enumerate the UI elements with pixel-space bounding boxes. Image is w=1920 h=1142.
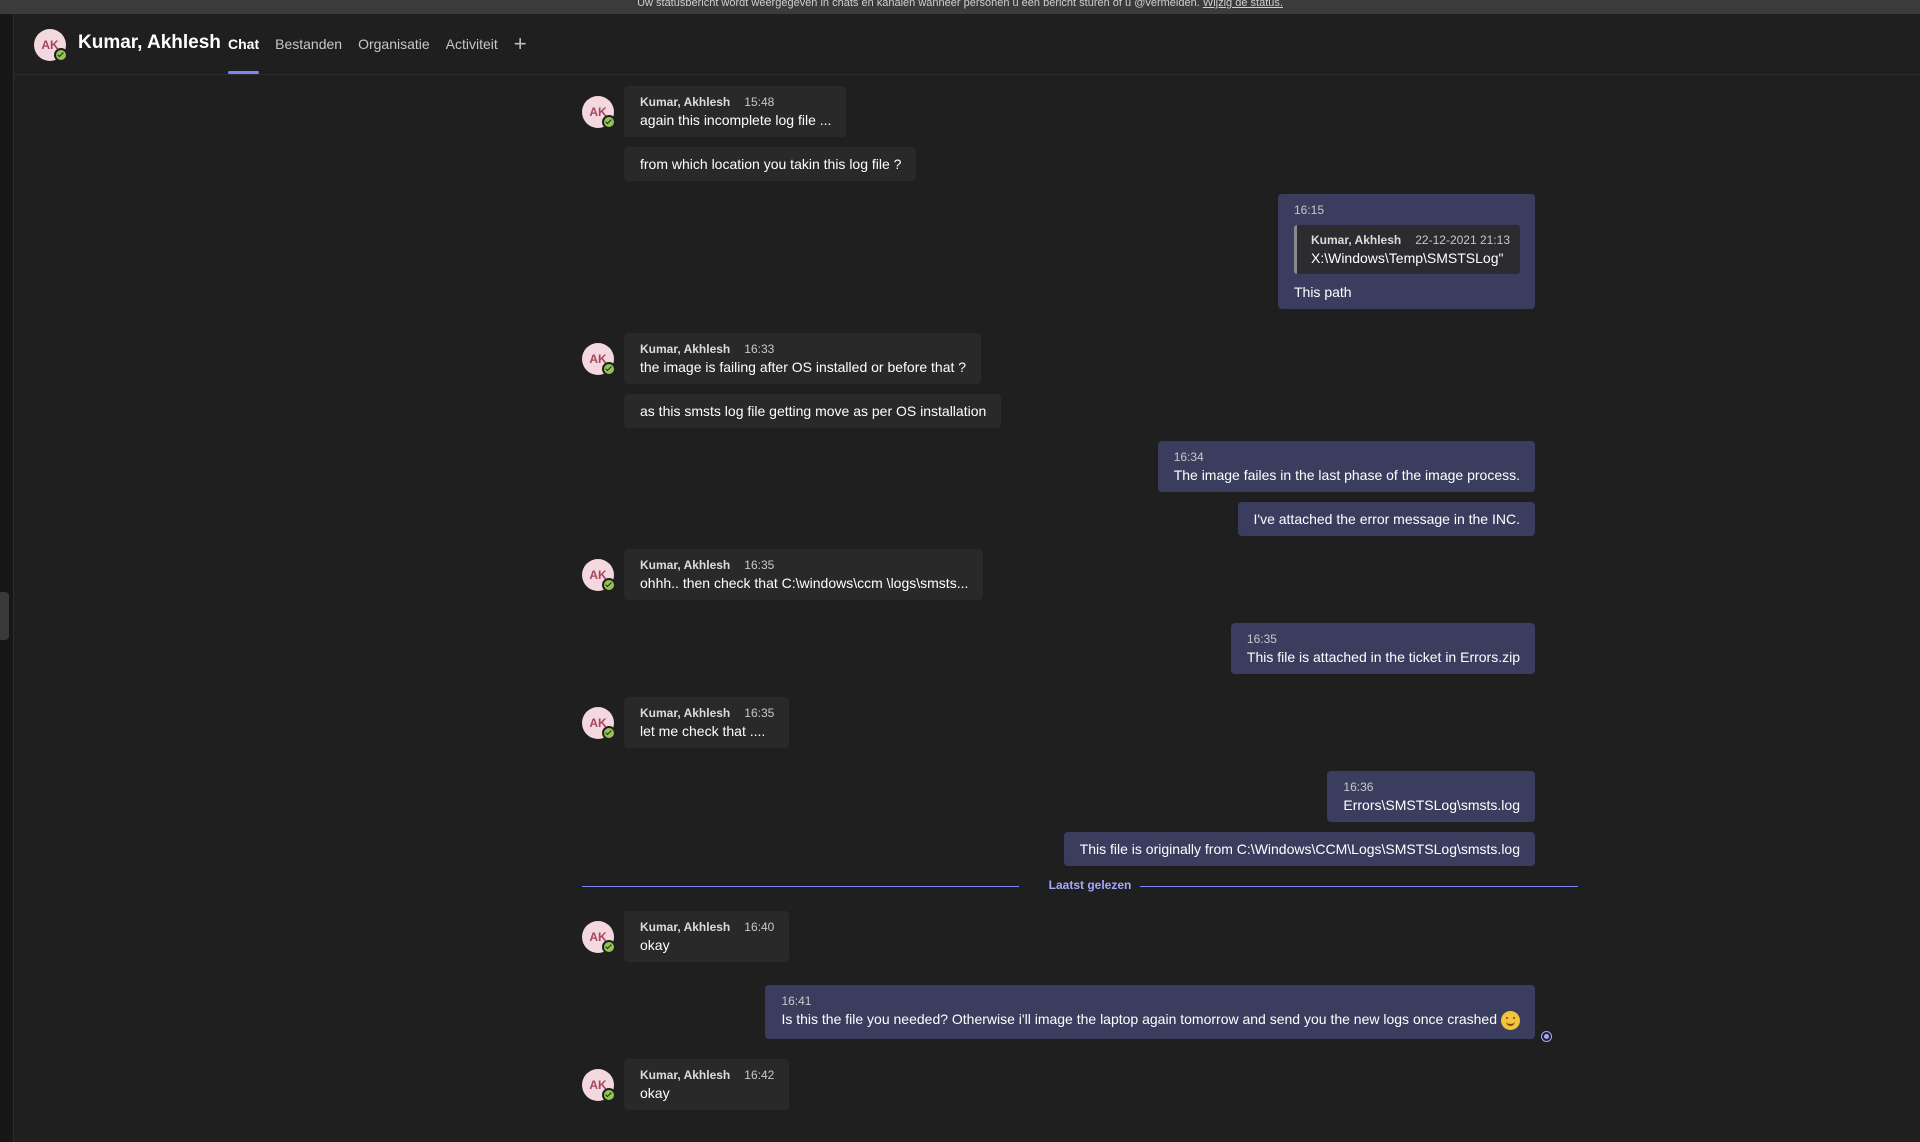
message-text: This file is attached in the ticket in E…: [1246, 649, 1520, 665]
smiley-emoji-icon: [1501, 1011, 1520, 1030]
message-text: as this smsts log file getting move as p…: [640, 403, 987, 419]
incoming-message[interactable]: Kumar, Akhlesh 16:35 ohhh.. then check th…: [624, 549, 984, 600]
banner-text: Uw statusbericht wordt weergegeven in ch…: [637, 0, 1200, 9]
last-read-divider: Laatst gelezen: [1048, 878, 1132, 892]
outgoing-message[interactable]: 16:15 Kumar, Akhlesh 22-12-2021 21:13 X:\…: [1277, 194, 1535, 309]
avatar[interactable]: AK: [582, 707, 616, 740]
sender-name: Kumar, Akhlesh: [640, 95, 731, 109]
outgoing-message[interactable]: 16:41 Is this the file you needed? Other…: [765, 985, 1535, 1039]
message-time: 16:35: [1246, 632, 1277, 646]
message-time: 16:33: [744, 342, 775, 356]
outgoing-message[interactable]: 16:36 Errors\SMSTSLog\smsts.log: [1327, 771, 1535, 822]
tab-activity[interactable]: Activiteit: [438, 14, 506, 74]
outgoing-message[interactable]: This file is originally from C:\Windows\…: [1063, 832, 1535, 866]
message-text: okay: [640, 937, 670, 953]
quote-text: X:\Windows\Temp\SMSTSLog": [1310, 250, 1504, 266]
message-time: 16:35: [744, 706, 775, 720]
message-text: Errors\SMSTSLog\smsts.log: [1343, 797, 1520, 813]
presence-available-icon: [602, 115, 616, 129]
last-read-divider-line: [1140, 886, 1578, 887]
incoming-message[interactable]: Kumar, Akhlesh 16:35 let me check that ..…: [624, 697, 790, 748]
avatar[interactable]: AK: [582, 921, 616, 954]
message-text: ohhh.. then check that C:\windows\ccm \l…: [640, 575, 969, 591]
tab-chat[interactable]: Chat: [220, 14, 267, 74]
incoming-message[interactable]: as this smsts log file getting move as p…: [624, 394, 1002, 428]
incoming-message[interactable]: Kumar, Akhlesh 16:40 okay: [624, 911, 790, 962]
outgoing-message[interactable]: 16:35 This file is attached in the ticke…: [1230, 623, 1535, 674]
quote-time: 22-12-2021 21:13: [1415, 233, 1510, 247]
outgoing-message[interactable]: I've attached the error message in the I…: [1237, 502, 1535, 536]
message-text: This path: [1293, 284, 1352, 300]
quoted-reply[interactable]: Kumar, Akhlesh 22-12-2021 21:13 X:\Window…: [1293, 225, 1520, 274]
presence-available-icon: [602, 362, 616, 376]
incoming-message[interactable]: Kumar, Akhlesh 16:42 okay: [624, 1059, 790, 1110]
add-tab-icon[interactable]: +: [506, 14, 535, 74]
tab-bar: Chat Bestanden Organisatie Activiteit +: [220, 14, 535, 74]
presence-available-icon: [602, 578, 616, 592]
message-text: Is this the file you needed? Otherwise i…: [781, 1011, 1497, 1028]
avatar[interactable]: AK: [34, 29, 68, 62]
tab-organization[interactable]: Organisatie: [350, 14, 438, 74]
avatar[interactable]: AK: [582, 96, 616, 129]
sender-name: Kumar, Akhlesh: [640, 1068, 731, 1082]
sender-name: Kumar, Akhlesh: [640, 558, 731, 572]
presence-available-icon: [602, 726, 616, 740]
quote-sender: Kumar, Akhlesh: [1310, 233, 1402, 247]
message-meta: Kumar, Akhlesh 15:48: [640, 95, 831, 109]
message-text: okay: [640, 1085, 670, 1101]
presence-available-icon: [602, 1088, 616, 1102]
sender-name: Kumar, Akhlesh: [640, 706, 731, 720]
presence-available-icon: [54, 48, 68, 62]
avatar[interactable]: AK: [582, 343, 616, 376]
message-text: the image is failing after OS installed …: [640, 359, 967, 375]
presence-available-icon: [602, 940, 616, 954]
message-text: The image failes in the last phase of th…: [1173, 467, 1520, 483]
last-read-divider-line: [582, 886, 1019, 887]
message-text: I've attached the error message in the I…: [1253, 511, 1520, 527]
message-time: 15:48: [744, 95, 775, 109]
tab-files[interactable]: Bestanden: [267, 14, 350, 74]
message-time: 16:34: [1173, 450, 1204, 464]
sender-name: Kumar, Akhlesh: [640, 342, 731, 356]
avatar[interactable]: AK: [582, 559, 616, 592]
message-text: again this incomplete log file ...: [640, 112, 832, 128]
change-status-link[interactable]: Wijzig de status.: [1203, 0, 1283, 9]
chat-title[interactable]: Kumar, Akhlesh: [78, 32, 221, 54]
incoming-message[interactable]: Kumar, Akhlesh 15:48 again this incomplet…: [624, 86, 847, 137]
message-time: 16:15: [1293, 203, 1325, 217]
read-receipt-icon: [1541, 1031, 1552, 1042]
message-time: 16:42: [744, 1068, 775, 1082]
message-time: 16:40: [744, 920, 775, 934]
chat-header: AK Kumar, Akhlesh Chat Bestanden Organis…: [14, 14, 1920, 75]
left-rail-handle[interactable]: [0, 592, 9, 640]
sender-name: Kumar, Akhlesh: [640, 920, 731, 934]
status-banner: Uw statusbericht wordt weergegeven in ch…: [0, 0, 1920, 14]
message-text: let me check that ....: [640, 723, 766, 739]
outgoing-message[interactable]: 16:34 The image failes in the last phase…: [1157, 441, 1535, 492]
incoming-message[interactable]: from which location you takin this log f…: [624, 147, 917, 181]
message-time: 16:41: [781, 994, 812, 1008]
message-text: from which location you takin this log f…: [640, 156, 902, 172]
message-text: This file is originally from C:\Windows\…: [1079, 841, 1520, 857]
incoming-message[interactable]: Kumar, Akhlesh 16:33 the image is failing…: [624, 333, 982, 384]
message-time: 16:36: [1343, 780, 1374, 794]
avatar[interactable]: AK: [582, 1069, 616, 1102]
message-time: 16:35: [744, 558, 775, 572]
left-rail: [0, 14, 14, 1142]
